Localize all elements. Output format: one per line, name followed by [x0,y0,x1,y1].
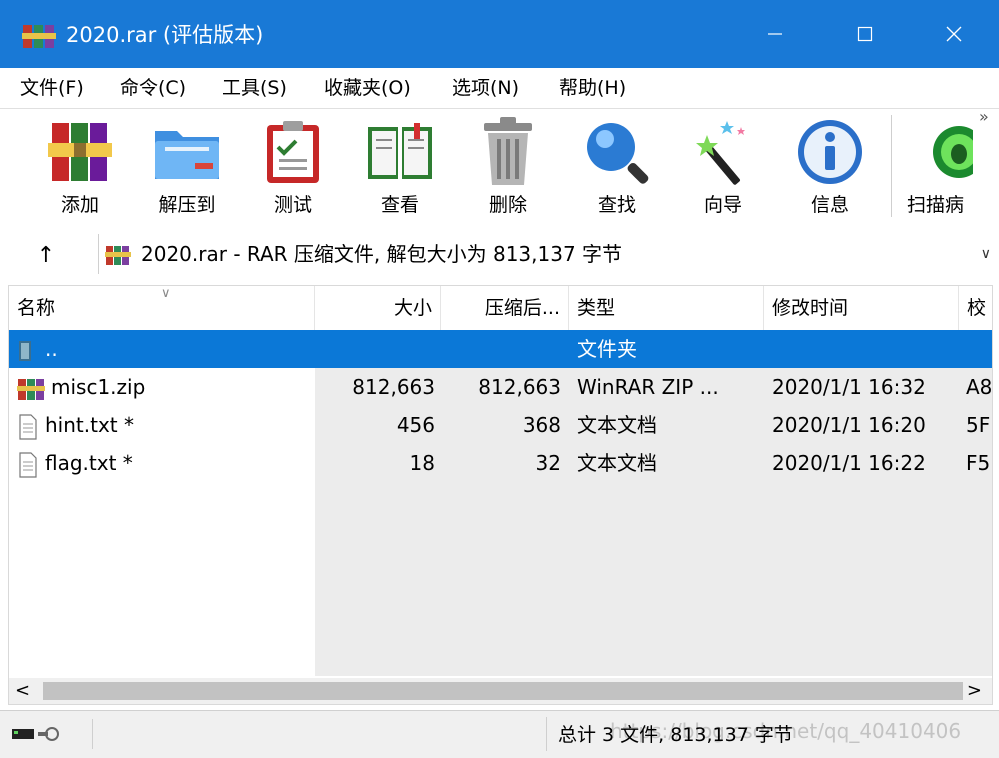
scroll-right-icon[interactable]: > [967,680,982,701]
virus-scan-button[interactable]: 扫描病 [893,109,993,229]
table-row[interactable]: hint.txt * 456 368 文本文档 2020/1/1 16:20 5… [9,406,992,444]
maximize-button[interactable] [820,0,910,68]
trash-icon [484,117,532,185]
up-one-level-button[interactable]: ↑ [28,239,64,273]
virus-scan-label: 扫描病 [907,194,965,216]
test-label: 测试 [273,194,312,216]
file-type: 文件夹 [577,337,637,361]
wizard-wand-icon [696,121,745,185]
column-modified[interactable]: 修改时间 [764,286,959,330]
file-crc: 5F [966,413,991,437]
menu-help[interactable]: 帮助(H) [559,74,626,102]
horizontal-scrollbar[interactable]: < > [8,678,993,705]
rar-archive-icon [22,25,56,48]
address-row: ↑ 2020.rar - RAR 压缩文件, 解包大小为 813,137 字节 … [0,229,999,281]
list-header: 名称 ∨ 大小 压缩后... 类型 修改时间 校 [9,286,992,331]
info-icon [798,120,862,184]
menu-options[interactable]: 选项(N) [452,74,519,102]
table-row[interactable]: misc1.zip 812,663 812,663 WinRAR ZIP ...… [9,368,992,406]
file-type: 文本文档 [577,451,657,475]
file-list: 名称 ∨ 大小 压缩后... 类型 修改时间 校 .. 文件夹 misc1.zi… [8,285,993,680]
column-type[interactable]: 类型 [569,286,764,330]
file-name: flag.txt * [45,451,133,475]
file-packed-size: 368 [522,413,561,437]
menu-favorites[interactable]: 收藏夹(O) [324,74,411,102]
column-size[interactable]: 大小 [315,286,441,330]
status-bar: https://blog.csdn.net/qq_40410406 总计 3 文… [0,710,999,758]
file-modified: 2020/1/1 16:20 [772,413,926,437]
info-button[interactable]: 信息 [780,109,880,229]
rar-archive-icon [17,378,45,400]
toolbar-separator [891,115,892,217]
file-name: .. [45,337,58,361]
delete-label: 删除 [488,194,527,216]
menu-bar: 文件(F) 命令(C) 工具(S) 收藏夹(O) 选项(N) 帮助(H) [0,68,999,109]
table-row[interactable]: flag.txt * 18 32 文本文档 2020/1/1 16:22 F5 [9,444,992,482]
extract-folder-icon [155,131,219,179]
wizard-button[interactable]: 向导 [673,109,773,229]
chevron-down-icon[interactable]: ∨ [981,246,991,262]
toolbar: 添加 解压到 测试 查看 删除 查找 向导 信息 扫描病 » [0,107,999,229]
test-button[interactable]: 测试 [243,109,343,229]
text-file-icon [19,413,37,440]
menu-command[interactable]: 命令(C) [120,74,186,102]
close-button[interactable] [909,0,999,68]
view-button[interactable]: 查看 [350,109,450,229]
extract-to-button[interactable]: 解压到 [137,109,237,229]
extract-to-label: 解压到 [158,194,216,216]
find-button[interactable]: 查找 [567,109,667,229]
delete-button[interactable]: 删除 [458,109,558,229]
wizard-label: 向导 [703,194,742,216]
view-book-icon [368,123,432,179]
rar-archive-icon [105,246,131,265]
window-title: 2020.rar (评估版本) [66,23,264,47]
file-size: 456 [396,413,435,437]
file-size: 18 [409,451,435,475]
address-field[interactable]: 2020.rar - RAR 压缩文件, 解包大小为 813,137 字节 ∨ [98,234,997,274]
text-file-icon [19,451,37,478]
file-modified: 2020/1/1 16:22 [772,451,926,475]
scrollbar-thumb[interactable] [43,682,963,700]
toolbar-overflow-chevron-icon[interactable]: » [979,107,989,126]
file-packed-size: 32 [535,451,561,475]
folder-icon [19,340,31,361]
status-total: 总计 3 文件, 813,137 字节 [558,724,793,746]
virus-scan-icon [933,126,973,178]
file-type: 文本文档 [577,413,657,437]
minimize-icon [768,33,782,35]
table-row[interactable]: .. 文件夹 [9,330,992,368]
magnifier-icon [587,123,649,184]
add-button[interactable]: 添加 [30,109,130,229]
menu-file[interactable]: 文件(F) [20,74,84,102]
sort-chevron-icon: ∨ [161,286,171,301]
status-divider [546,717,547,751]
view-label: 查看 [380,194,419,216]
info-label: 信息 [810,194,849,216]
file-name: hint.txt * [45,413,134,437]
arrow-up-icon: ↑ [36,243,56,268]
file-type: WinRAR ZIP ... [577,375,719,399]
menu-tools[interactable]: 工具(S) [222,74,287,102]
column-crc[interactable]: 校 [959,286,992,330]
maximize-icon [857,26,873,42]
find-label: 查找 [597,194,636,216]
file-crc: A8 [966,375,993,399]
close-icon [946,26,962,42]
file-name: misc1.zip [51,375,146,399]
file-modified: 2020/1/1 16:32 [772,375,926,399]
column-packed[interactable]: 压缩后... [441,286,569,330]
file-packed-size: 812,663 [478,375,561,399]
scroll-left-icon[interactable]: < [15,680,30,701]
title-bar: 2020.rar (评估版本) [0,0,999,68]
add-books-icon [48,123,112,181]
test-clipboard-icon [267,121,319,183]
drive-key-icon[interactable] [8,719,88,749]
file-size: 812,663 [352,375,435,399]
add-label: 添加 [60,194,99,216]
address-text: 2020.rar - RAR 压缩文件, 解包大小为 813,137 字节 [141,242,623,266]
file-crc: F5 [966,451,991,475]
minimize-button[interactable] [730,0,820,68]
